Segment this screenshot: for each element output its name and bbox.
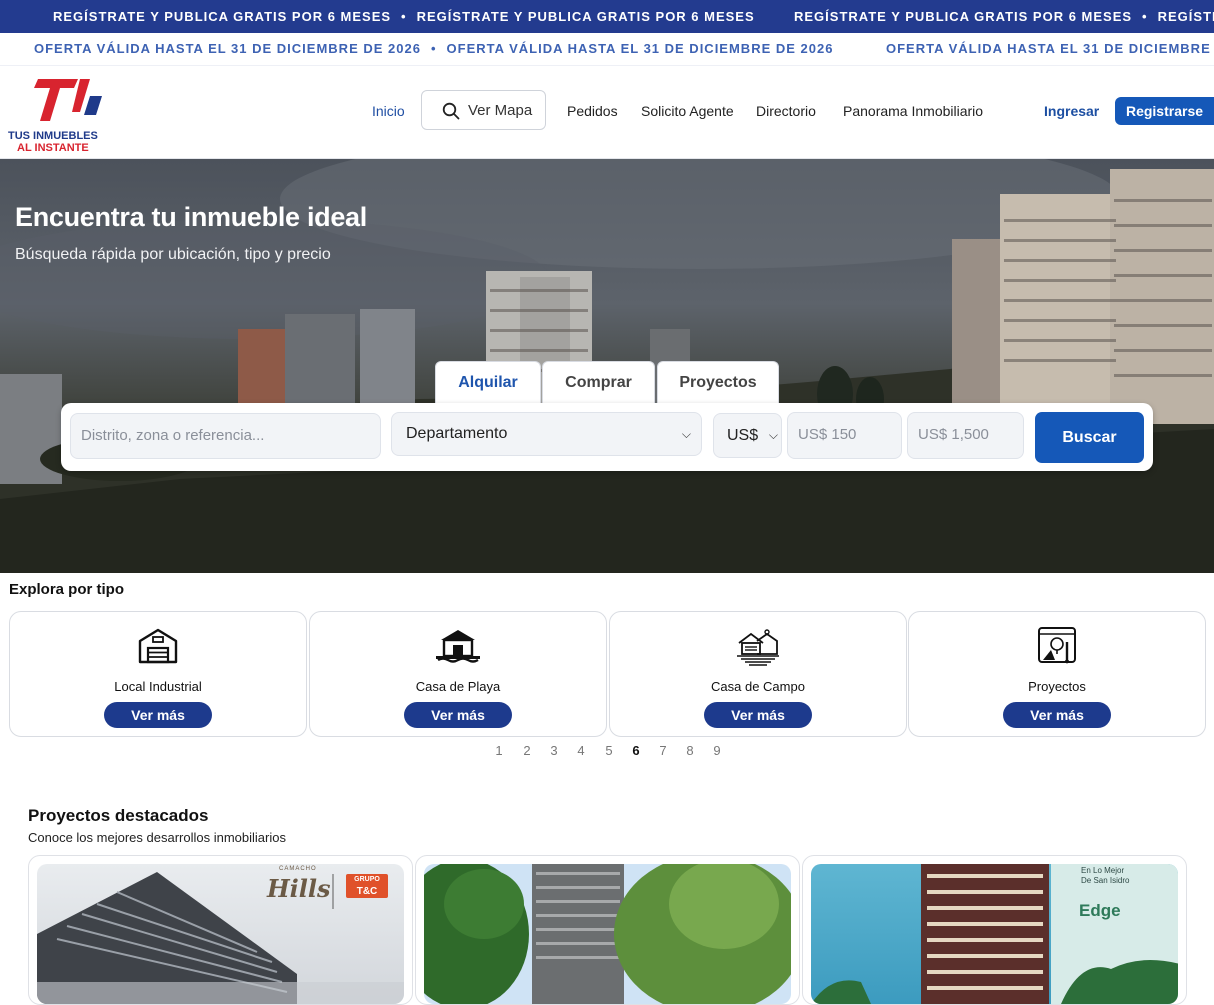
- separator: •: [401, 9, 407, 24]
- offer-banner: OFERTA VÁLIDA HASTA EL 31 DE DICIEMBRE D…: [0, 33, 1214, 66]
- project-card[interactable]: [415, 855, 800, 1005]
- pagination-page-7[interactable]: 7: [656, 743, 670, 758]
- group-mark: T&C: [356, 886, 378, 897]
- chevron-down-icon: ⌵: [768, 428, 778, 442]
- offer-text: OFERTA VÁLIDA HASTA EL 31 DE DICIEMBRE D…: [34, 41, 421, 56]
- type-card-label: Local Industrial: [114, 679, 202, 694]
- project-card[interactable]: CAMACHO Hills GRUPO T&C: [28, 855, 413, 1005]
- projects-section-subtitle: Conoce los mejores desarrollos inmobilia…: [28, 830, 286, 845]
- project-card[interactable]: En Lo Mejor De San Isidro Edge: [802, 855, 1187, 1005]
- project-tagline: En Lo Mejor De San Isidro: [1081, 866, 1129, 886]
- pagination-page-1[interactable]: 1: [492, 743, 506, 758]
- pagination-page-6[interactable]: 6: [629, 743, 643, 758]
- explore-section-title: Explora por tipo: [9, 581, 125, 598]
- logo-text-line1: TUS INMUEBLES: [8, 130, 98, 142]
- login-link[interactable]: Ingresar: [1044, 103, 1099, 119]
- location-input[interactable]: Distrito, zona o referencia...: [70, 413, 381, 459]
- nav-pedidos[interactable]: Pedidos: [567, 103, 618, 119]
- nav-panorama-inmobiliario[interactable]: Panorama Inmobiliario: [843, 103, 983, 119]
- separator: •: [430, 41, 437, 56]
- pagination-page-5[interactable]: 5: [602, 743, 616, 758]
- separator: •: [1142, 9, 1148, 24]
- beach-house-icon: [436, 630, 480, 663]
- currency-value: US$: [727, 427, 759, 444]
- building-illustration: [424, 864, 791, 1004]
- projects-section-title: Proyectos destacados: [28, 806, 209, 825]
- promo-text: REGÍSTRATE Y PUBLICA GRATIS POR 6 MESES: [53, 9, 392, 24]
- tab-alquilar[interactable]: Alquilar: [435, 361, 541, 403]
- register-button[interactable]: Registrarse: [1115, 97, 1214, 125]
- nav-directorio[interactable]: Directorio: [756, 103, 816, 119]
- group-label: GRUPO: [354, 876, 380, 883]
- project-brand-small: CAMACHO: [279, 866, 317, 872]
- pagination-page-9[interactable]: 9: [710, 743, 724, 758]
- currency-select[interactable]: US$ ⌵: [713, 413, 782, 458]
- ver-mapa-label: Ver Mapa: [468, 102, 533, 119]
- ver-mapa-button[interactable]: Ver Mapa: [421, 90, 546, 130]
- logo-text-line2: AL INSTANTE: [17, 142, 89, 154]
- property-type-select[interactable]: Departamento ⌵: [391, 412, 702, 456]
- nav-inicio[interactable]: Inicio: [372, 103, 405, 119]
- promo-marquee: REGÍSTRATE Y PUBLICA GRATIS POR 6 MESES •…: [794, 0, 1214, 33]
- ver-mas-button[interactable]: Ver más: [1003, 702, 1111, 728]
- logo-mark-icon: [34, 79, 102, 121]
- type-card-label: Casa de Playa: [415, 679, 501, 694]
- pagination-page-3[interactable]: 3: [547, 743, 561, 758]
- type-card-proyectos[interactable]: Proyectos Ver más: [908, 611, 1206, 737]
- project-brand: Hills: [267, 874, 331, 903]
- group-logo: GRUPO T&C: [346, 874, 388, 898]
- ver-mas-button[interactable]: Ver más: [404, 702, 512, 728]
- ver-mas-button[interactable]: Ver más: [704, 702, 812, 728]
- tab-proyectos[interactable]: Proyectos: [657, 361, 779, 403]
- type-card-casa-de-campo[interactable]: Casa de Campo Ver más: [609, 611, 907, 737]
- search-panel: Distrito, zona o referencia... Departame…: [61, 403, 1153, 471]
- type-card-casa-de-playa[interactable]: Casa de Playa Ver más: [309, 611, 607, 737]
- hero-subtitle: Búsqueda rápida por ubicación, tipo y pr…: [15, 246, 331, 263]
- pagination-page-2[interactable]: 2: [520, 743, 534, 758]
- min-price-input[interactable]: US$ 150: [787, 412, 902, 459]
- farm-house-icon: [737, 629, 779, 666]
- pagination-page-8[interactable]: 8: [683, 743, 697, 758]
- type-card-local-industrial[interactable]: Local Industrial Ver más: [9, 611, 307, 737]
- offer-marquee: OFERTA VÁLIDA HASTA EL 31 DE DICIEMBRE D…: [34, 33, 833, 65]
- project-brand: Edge: [1079, 901, 1121, 920]
- tab-comprar[interactable]: Comprar: [542, 361, 655, 403]
- project-image: [424, 864, 791, 1004]
- type-card-label: Proyectos: [1028, 679, 1086, 694]
- search-icon: [442, 102, 460, 120]
- chevron-down-icon: ⌵: [681, 427, 691, 441]
- max-price-input[interactable]: US$ 1,500: [907, 412, 1024, 459]
- warehouse-icon: [138, 628, 178, 664]
- promo-text: REGÍSTRATE Y PUBLICA GRATIS POR 6 MESES: [1157, 9, 1214, 24]
- logo[interactable]: TUS INMUEBLES AL INSTANTE: [6, 76, 126, 154]
- project-tagline-line1: En Lo Mejor: [1081, 866, 1125, 875]
- promo-banner: REGÍSTRATE Y PUBLICA GRATIS POR 6 MESES •…: [0, 0, 1214, 33]
- promo-marquee: REGÍSTRATE Y PUBLICA GRATIS POR 6 MESES •…: [53, 0, 755, 33]
- blueprint-icon: [1038, 627, 1076, 664]
- offer-text: OFERTA VÁLIDA HASTA EL 31 DE DICIEMBRE D…: [886, 41, 1214, 56]
- property-type-value: Departamento: [406, 425, 508, 442]
- type-card-label: Casa de Campo: [711, 679, 805, 694]
- project-tagline-line2: De San Isidro: [1081, 876, 1130, 885]
- pagination-page-4[interactable]: 4: [574, 743, 588, 758]
- offer-marquee: OFERTA VÁLIDA HASTA EL 31 DE DICIEMBRE D…: [886, 33, 1214, 65]
- promo-text: REGÍSTRATE Y PUBLICA GRATIS POR 6 MESES: [416, 9, 755, 24]
- nav-solicito-agente[interactable]: Solicito Agente: [641, 103, 734, 119]
- project-image: En Lo Mejor De San Isidro Edge: [811, 864, 1178, 1004]
- hero-title: Encuentra tu inmueble ideal: [15, 202, 367, 232]
- project-image: CAMACHO Hills GRUPO T&C: [37, 864, 404, 1004]
- search-button[interactable]: Buscar: [1035, 412, 1144, 463]
- promo-text: REGÍSTRATE Y PUBLICA GRATIS POR 6 MESES: [794, 9, 1133, 24]
- offer-text: OFERTA VÁLIDA HASTA EL 31 DE DICIEMBRE D…: [446, 41, 834, 56]
- ver-mas-button[interactable]: Ver más: [104, 702, 212, 728]
